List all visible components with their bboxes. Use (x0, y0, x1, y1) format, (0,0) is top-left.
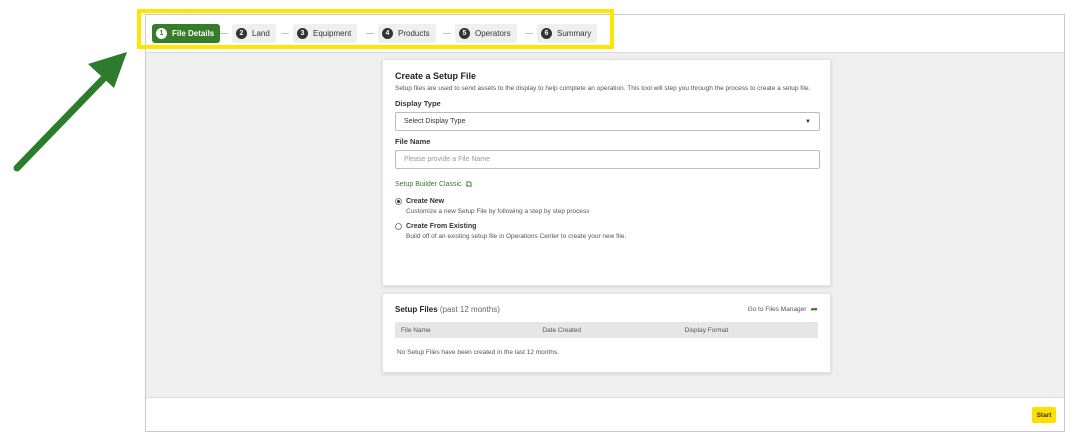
file-name-label: File Name (395, 137, 431, 146)
file-name-input[interactable]: Please provide a File Name (395, 150, 820, 169)
files-manager-link[interactable]: Go to Files Manager ➦ (748, 304, 818, 315)
green-arrow-icon (13, 52, 127, 172)
display-type-select[interactable]: Select Display Type ▼ (395, 112, 820, 131)
setup-builder-window: 1 File Details 2 Land 3 Equipment 4 Prod… (145, 14, 1065, 432)
setup-files-subtitle: (past 12 months) (439, 305, 500, 314)
files-manager-label: Go to Files Manager (747, 306, 807, 313)
column-date-created[interactable]: Date Created (542, 327, 684, 334)
start-button[interactable]: Start (1032, 407, 1056, 423)
create-setup-file-card: Create a Setup File Setup files are used… (382, 59, 831, 286)
setup-files-card: Setup Files (past 12 months) Go to Files… (382, 293, 831, 373)
files-table-header: File Name Date Created Display Format (395, 322, 818, 338)
radio-create-from-existing[interactable] (395, 223, 402, 230)
option-create-new[interactable]: Create New (395, 198, 818, 205)
external-link-icon: ⧉ (465, 179, 472, 189)
footer-bar: Start (146, 397, 1064, 431)
option-description: Customize a new Setup File by following … (406, 208, 590, 215)
card-description: Setup files are used to send assets to t… (395, 85, 811, 92)
stepper-highlight-box (137, 9, 614, 49)
display-type-label: Display Type (395, 99, 441, 108)
setup-files-heading: Setup Files (395, 305, 438, 314)
setup-builder-classic-link[interactable]: Setup Builder Classic ⧉ (395, 179, 818, 190)
empty-message: No Setup Files have been created in the … (397, 349, 559, 356)
setup-files-title: Setup Files (past 12 months) (395, 305, 500, 314)
card-title: Create a Setup File (395, 71, 477, 81)
column-display-format[interactable]: Display Format (685, 327, 818, 334)
caret-down-icon: ▼ (805, 118, 811, 125)
share-arrow-icon: ➦ (810, 304, 818, 314)
option-title: Create New (406, 198, 445, 205)
option-description: Build off of an existing setup file in O… (406, 233, 627, 240)
option-create-from-existing[interactable]: Create From Existing (395, 223, 818, 230)
option-title: Create From Existing (406, 223, 477, 230)
classic-link-label: Setup Builder Classic (395, 181, 462, 188)
column-file-name[interactable]: File Name (395, 327, 542, 334)
display-type-value: Select Display Type (404, 118, 466, 125)
radio-create-new[interactable] (395, 198, 402, 205)
